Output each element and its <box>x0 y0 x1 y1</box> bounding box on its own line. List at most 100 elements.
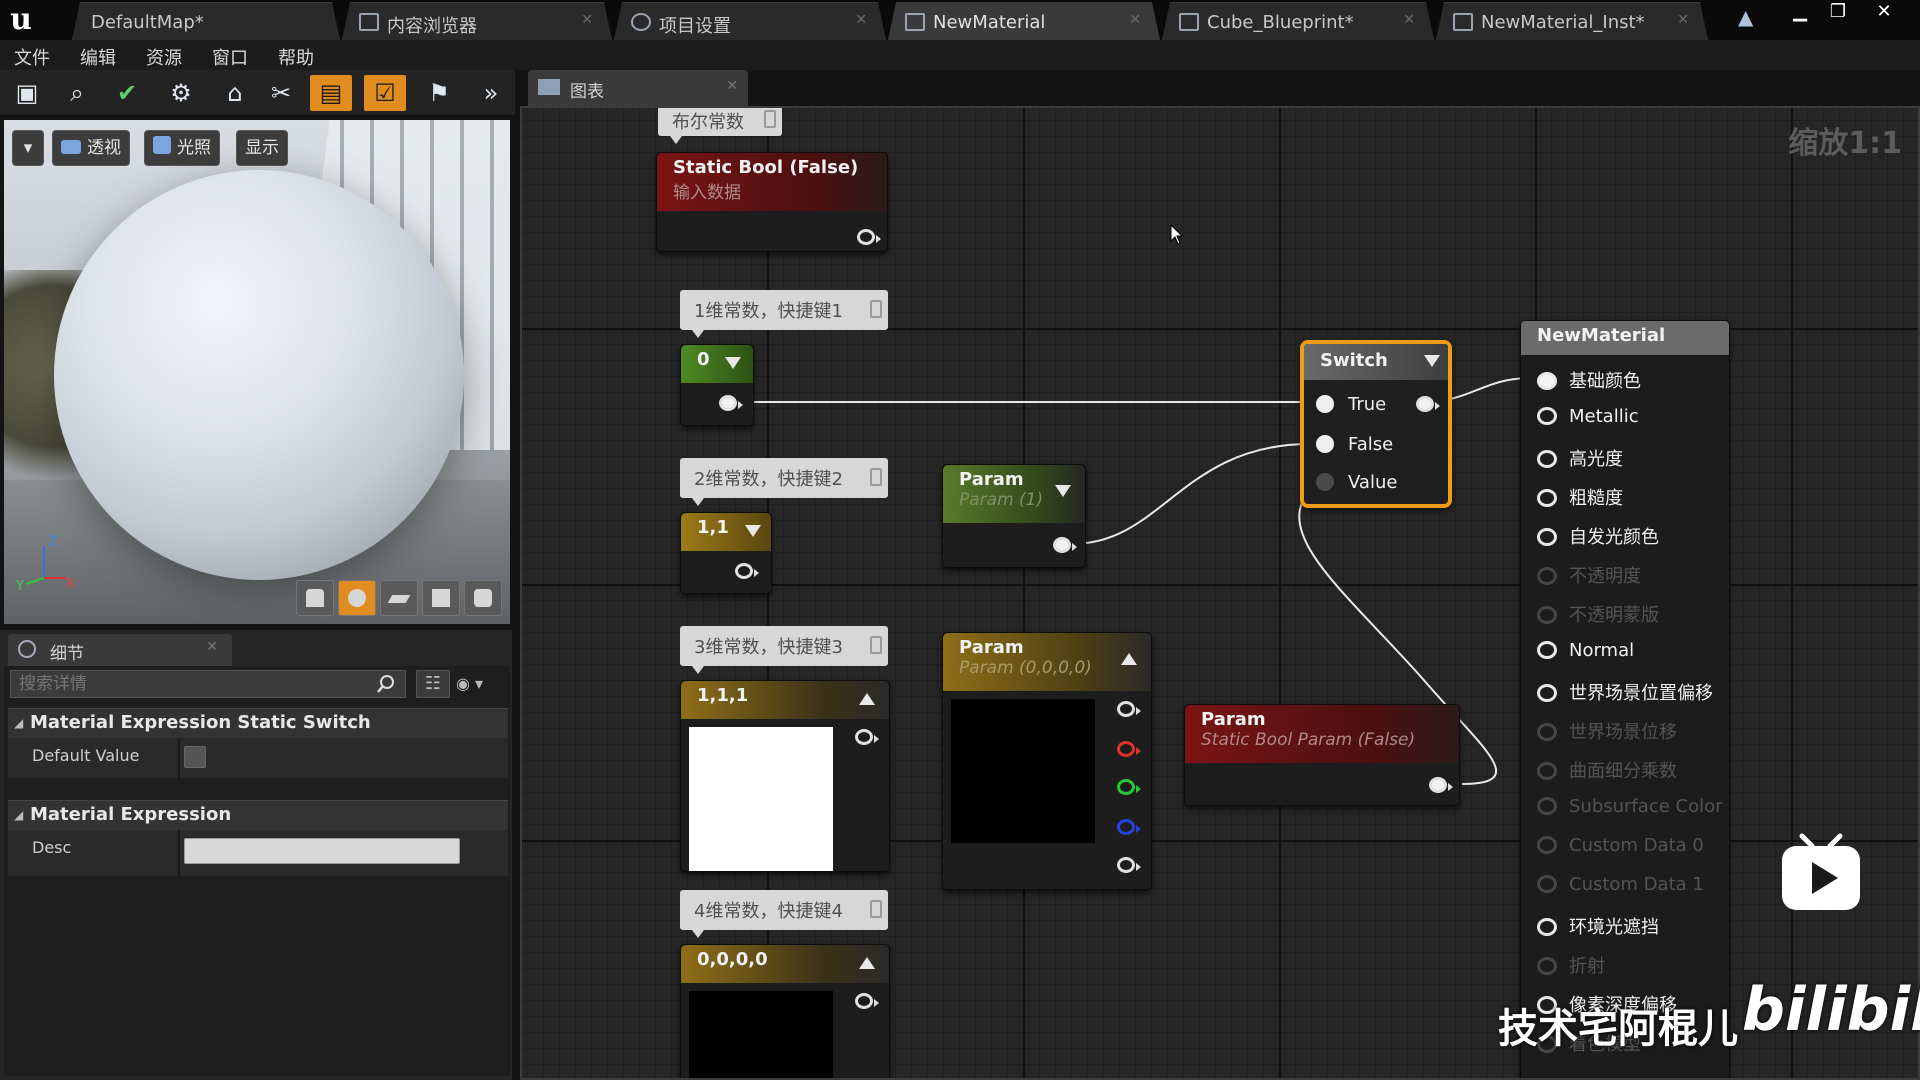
result-input-row[interactable]: 粗糙度 <box>1537 484 1623 510</box>
comment-const1[interactable]: 1维常数，快捷键1 <box>680 290 888 338</box>
collapse-arrow-icon[interactable] <box>859 957 875 969</box>
input-pin-icon[interactable] <box>1537 372 1557 390</box>
result-input-row[interactable]: 自发光颜色 <box>1537 523 1659 549</box>
collapse-arrow-icon[interactable] <box>1055 485 1071 497</box>
input-pin-true[interactable]: True <box>1316 394 1386 415</box>
input-pin-icon[interactable] <box>1537 489 1557 507</box>
show-button[interactable]: 显示 <box>236 130 288 166</box>
output-pin[interactable] <box>1416 396 1440 412</box>
input-pin-value[interactable]: Value <box>1316 472 1397 493</box>
node-constant-3[interactable]: 1,1,1 <box>680 680 890 872</box>
node-constant-4[interactable]: 0,0,0,0 <box>680 944 890 1078</box>
menu-asset[interactable]: 资源 <box>146 44 182 70</box>
minimize-icon[interactable]: ▁ <box>1782 0 1818 26</box>
node-scalar-param[interactable]: Param Param (1) <box>942 464 1086 568</box>
input-pin-icon[interactable] <box>1537 528 1557 546</box>
output-pin[interactable] <box>719 395 743 411</box>
tab-cube-blueprint[interactable]: Cube_Blueprint* ✕ <box>1162 2 1434 40</box>
close-icon[interactable]: ✕ <box>855 12 867 28</box>
output-pin[interactable] <box>1053 537 1077 553</box>
search-details-input[interactable] <box>10 670 406 698</box>
menu-file[interactable]: 文件 <box>14 44 50 70</box>
home-icon[interactable]: ⌂ <box>214 75 256 111</box>
output-pin[interactable] <box>735 563 759 579</box>
input-pin-icon[interactable] <box>1537 684 1557 702</box>
collapse-arrow-icon[interactable] <box>1424 355 1440 367</box>
preview-cube-button[interactable] <box>422 580 460 616</box>
category-static-switch[interactable]: ◢ Material Expression Static Switch <box>8 708 508 738</box>
column-splitter[interactable] <box>178 830 180 876</box>
close-window-icon[interactable]: ✕ <box>1866 0 1902 26</box>
save-icon[interactable]: ▣ <box>6 75 48 111</box>
connectors-icon[interactable]: ▤ <box>310 75 352 111</box>
preview-sphere-button[interactable] <box>338 580 376 616</box>
unreal-logo-icon[interactable]: u <box>4 2 38 38</box>
close-icon[interactable]: ✕ <box>1403 12 1415 28</box>
collapse-arrow-icon[interactable] <box>1121 653 1137 665</box>
node-material-result[interactable]: NewMaterial 基础颜色 Metallic 高光度 粗糙度 自发光颜色 不透明度不… <box>1520 320 1730 1078</box>
close-icon[interactable]: ✕ <box>206 639 218 655</box>
tab-project-settings[interactable]: 项目设置 ✕ <box>614 2 886 40</box>
search-icon[interactable] <box>376 674 396 694</box>
output-pin-r[interactable] <box>1117 741 1141 757</box>
blueprint-hat-icon[interactable]: ▲ <box>1738 6 1764 28</box>
node-search-icon[interactable]: ⚙ <box>160 75 202 111</box>
output-pin[interactable] <box>855 729 879 745</box>
viewport-options-button[interactable]: ▾ <box>12 130 44 166</box>
tab-defaultmap[interactable]: DefaultMap* <box>72 2 340 40</box>
close-icon[interactable]: ✕ <box>1129 12 1141 28</box>
tab-newmaterial[interactable]: NewMaterial ✕ <box>888 2 1160 40</box>
live-preview-icon[interactable]: ☑ <box>364 75 406 111</box>
category-material-expression[interactable]: ◢ Material Expression <box>8 800 508 830</box>
menu-help[interactable]: 帮助 <box>278 44 314 70</box>
comment-const2[interactable]: 2维常数，快捷键2 <box>680 458 888 506</box>
input-pin-false[interactable]: False <box>1316 434 1393 455</box>
menu-edit[interactable]: 编辑 <box>80 44 116 70</box>
node-static-switch[interactable]: Switch True False Value <box>1300 340 1452 508</box>
result-input-row[interactable]: 环境光遮挡 <box>1537 913 1659 939</box>
node-constant-1[interactable]: 0 <box>680 344 754 426</box>
tab-content-browser[interactable]: 内容浏览器 ✕ <box>342 2 612 40</box>
result-input-row[interactable]: 高光度 <box>1537 445 1623 471</box>
lit-button[interactable]: 光照 <box>144 130 220 166</box>
input-pin-icon[interactable] <box>1537 407 1557 425</box>
close-icon[interactable]: ✕ <box>726 78 738 94</box>
input-pin-icon[interactable] <box>1537 918 1557 936</box>
input-pin-icon[interactable] <box>1537 641 1557 659</box>
restore-icon[interactable]: ❐ <box>1820 0 1856 26</box>
details-tab[interactable]: 细节 ✕ <box>8 634 232 666</box>
clean-up-icon[interactable]: ✂ <box>260 75 302 111</box>
output-pin-b[interactable] <box>1117 819 1141 835</box>
desc-input[interactable] <box>184 838 460 864</box>
collapse-arrow-icon[interactable] <box>745 525 761 537</box>
output-pin-g[interactable] <box>1117 779 1141 795</box>
stats-icon[interactable]: ⚑ <box>418 75 460 111</box>
browse-icon[interactable]: ⌕ <box>56 75 98 111</box>
output-pin[interactable] <box>857 229 881 245</box>
column-splitter[interactable] <box>178 738 180 778</box>
output-pin-a[interactable] <box>1117 857 1141 873</box>
result-input-row[interactable]: Normal <box>1537 640 1634 661</box>
more-icon[interactable]: » <box>470 75 512 111</box>
material-graph-canvas[interactable]: 缩放1:1 布尔常数 Static Bool (False) 输入数据 1维常数… <box>520 106 1920 1080</box>
comment-const3[interactable]: 3维常数，快捷键3 <box>680 626 888 674</box>
result-input-row[interactable]: 世界场景位置偏移 <box>1537 679 1713 705</box>
result-input-row[interactable]: Metallic <box>1537 406 1639 427</box>
graph-tab[interactable]: 图表 ✕ <box>528 70 748 106</box>
node-vector-param[interactable]: Param Param (0,0,0,0) <box>942 632 1152 890</box>
collapse-arrow-icon[interactable] <box>859 693 875 705</box>
node-static-bool-param[interactable]: Param Static Bool Param (False) <box>1184 704 1460 806</box>
comment-bool-constant[interactable]: 布尔常数 <box>658 108 782 144</box>
collapse-arrow-icon[interactable] <box>725 357 741 369</box>
close-icon[interactable]: ✕ <box>1677 12 1689 28</box>
close-icon[interactable]: ✕ <box>581 12 593 28</box>
tab-newmaterial-inst[interactable]: NewMaterial_Inst* ✕ <box>1436 2 1708 40</box>
result-input-row[interactable]: 基础颜色 <box>1537 367 1641 393</box>
preview-cylinder-button[interactable] <box>296 580 334 616</box>
output-pin[interactable] <box>855 993 879 1009</box>
default-value-checkbox[interactable] <box>184 746 206 768</box>
visibility-filter-button[interactable]: ◉ ▾ <box>456 670 506 698</box>
input-pin-icon[interactable] <box>1537 450 1557 468</box>
apply-icon[interactable]: ✔ <box>106 75 148 111</box>
menu-window[interactable]: 窗口 <box>212 44 248 70</box>
